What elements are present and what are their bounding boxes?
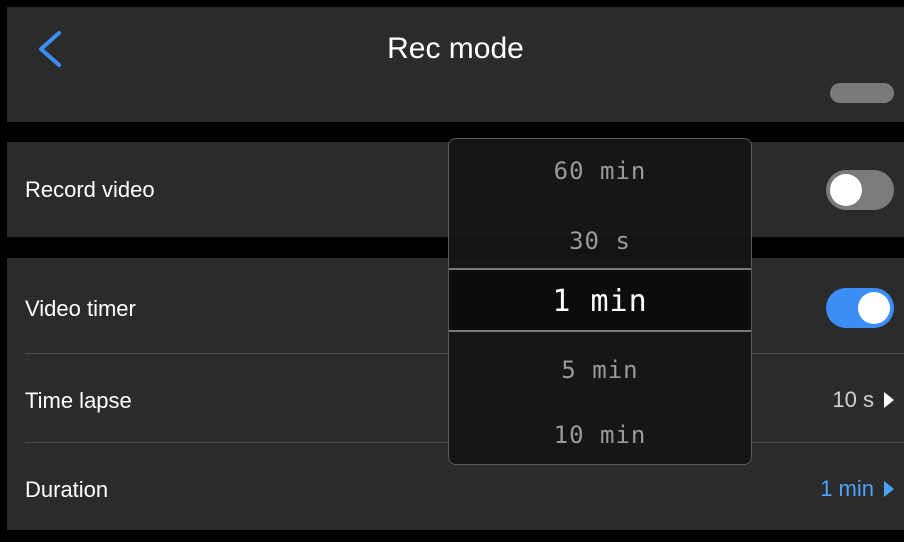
time-lapse-label: Time lapse: [25, 388, 132, 413]
time-lapse-value-text: 10 s: [832, 387, 874, 412]
duration-value[interactable]: 1 min: [820, 476, 894, 502]
back-button[interactable]: [33, 29, 67, 69]
page-title: Rec mode: [387, 32, 524, 65]
top-bar: Rec mode: [7, 7, 904, 91]
duration-picker[interactable]: 60 min 30 s 1 min 5 min 10 min: [448, 138, 752, 465]
picker-option[interactable]: 60 min: [449, 157, 751, 185]
time-lapse-value[interactable]: 10 s: [832, 387, 894, 413]
record-video-toggle[interactable]: [826, 170, 894, 210]
picker-option[interactable]: 30 s: [449, 227, 751, 255]
picker-option-selected[interactable]: 1 min: [449, 268, 751, 332]
picker-option[interactable]: 5 min: [449, 356, 751, 384]
video-timer-label: Video timer: [25, 296, 136, 321]
caret-right-icon: [884, 481, 894, 497]
record-video-label: Record video: [25, 177, 155, 202]
duration-value-text: 1 min: [820, 476, 874, 501]
partial-settings-row: [7, 83, 904, 122]
screen: Rec mode Record video Video timer Time l…: [7, 7, 904, 535]
toggle-knob: [830, 174, 862, 206]
toggle-knob: [858, 292, 890, 324]
video-timer-toggle[interactable]: [826, 288, 894, 328]
picker-option[interactable]: 10 min: [449, 421, 751, 449]
chevron-left-icon: [39, 31, 61, 67]
partial-toggle[interactable]: [830, 83, 894, 103]
duration-label: Duration: [25, 477, 109, 502]
caret-right-icon: [884, 392, 894, 408]
